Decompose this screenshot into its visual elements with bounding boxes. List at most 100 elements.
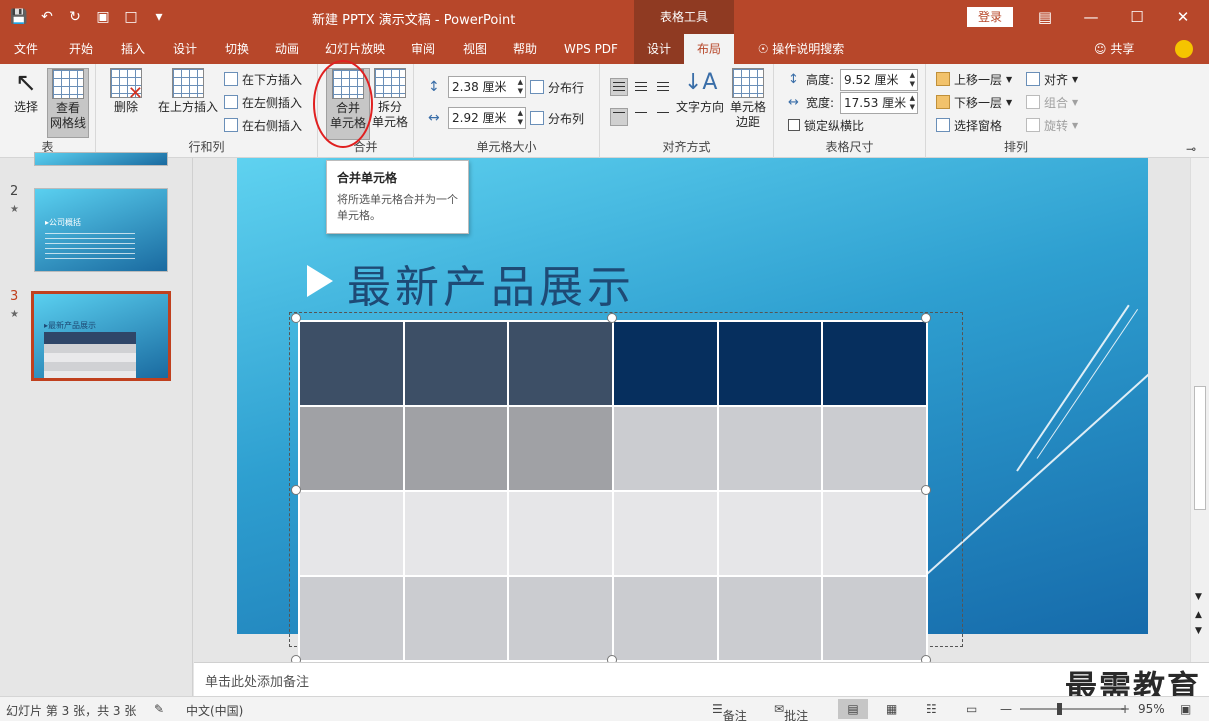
table-cell[interactable] (507, 320, 614, 407)
resize-handle[interactable] (921, 485, 931, 495)
scrollbar-thumb[interactable] (1194, 386, 1206, 510)
resize-handle[interactable] (607, 313, 617, 323)
ribbon-display-icon[interactable]: ▤ (1022, 0, 1068, 34)
save-icon[interactable]: 💾 (8, 6, 30, 28)
login-button[interactable]: 登录 (967, 7, 1013, 27)
table-cell[interactable] (611, 575, 719, 662)
slide-title[interactable]: 最新产品展示 (347, 251, 635, 315)
tab-table-design[interactable]: 设计 (634, 34, 684, 64)
align-center-icon[interactable] (632, 78, 650, 96)
minimize-button[interactable]: — (1068, 0, 1114, 34)
table-container[interactable] (298, 320, 928, 662)
vertical-scrollbar[interactable]: ▼ ▲ ▼ (1190, 158, 1209, 662)
notes-pane[interactable]: 单击此处添加备注 (194, 662, 1209, 696)
distribute-rows-button[interactable]: 分布行 (530, 77, 584, 97)
pin-ribbon-icon[interactable]: ⊸ (1186, 142, 1196, 156)
slide-table[interactable] (298, 320, 928, 662)
notes-toggle[interactable]: ☰ 备注 (712, 702, 747, 721)
previous-slide-icon[interactable]: ▲ (1195, 610, 1202, 620)
table-cell[interactable] (611, 405, 719, 492)
table-cell[interactable] (402, 405, 510, 492)
tab-animations[interactable]: 动画 (264, 34, 310, 64)
share-button[interactable]: ☺ 共享 (1094, 34, 1134, 64)
feedback-smiley-icon[interactable] (1175, 40, 1193, 58)
split-cells-button[interactable]: 拆分 单元格 (370, 68, 410, 130)
redo-icon[interactable]: ↻ (64, 6, 86, 28)
next-slide-icon[interactable]: ▼ (1195, 626, 1202, 636)
tab-design[interactable]: 设计 (162, 34, 208, 64)
table-cell[interactable] (298, 490, 405, 577)
tab-review[interactable]: 审阅 (400, 34, 446, 64)
maximize-button[interactable]: ☐ (1114, 0, 1160, 34)
select-button[interactable]: ↖ 选择 (6, 68, 46, 115)
undo-icon[interactable]: ↶ (36, 6, 58, 28)
table-height-input[interactable]: 9.52 厘米 ▲ ▼ (840, 69, 918, 91)
cell-margins-button[interactable]: 单元格 边距 (726, 68, 770, 130)
table-cell[interactable] (611, 320, 719, 407)
tab-wps-pdf[interactable]: WPS PDF (554, 34, 628, 64)
resize-handle[interactable] (921, 655, 931, 662)
zoom-slider[interactable] (1020, 708, 1124, 710)
resize-handle[interactable] (291, 485, 301, 495)
insert-left-button[interactable]: 在左侧插入 (224, 92, 302, 112)
cell-height-input[interactable]: 2.38 厘米 ▲ ▼ (448, 76, 526, 98)
table-cell[interactable] (507, 575, 614, 662)
comments-toggle[interactable]: ✉ 批注 (774, 702, 808, 721)
table-cell[interactable] (402, 490, 510, 577)
normal-view-icon[interactable]: ▤ (838, 699, 868, 719)
zoom-out-icon[interactable]: — (1000, 702, 1012, 716)
tab-layout[interactable]: 布局 (684, 34, 734, 64)
slide-thumbnail-3[interactable]: ▸最新产品展示 (31, 291, 171, 381)
table-cell[interactable] (507, 405, 614, 492)
table-cell[interactable] (507, 490, 614, 577)
tab-help[interactable]: 帮助 (502, 34, 548, 64)
resize-handle[interactable] (291, 313, 301, 323)
slideshow-view-icon[interactable]: ▭ (966, 702, 977, 716)
fit-slide-icon[interactable]: ▣ (1180, 702, 1191, 716)
language-status[interactable]: 中文(中国) (186, 702, 243, 719)
align-top-icon[interactable] (610, 108, 628, 126)
table-cell[interactable] (298, 405, 405, 492)
align-left-icon[interactable] (610, 78, 628, 96)
table-cell[interactable] (821, 405, 928, 492)
tell-me-search[interactable]: ☉ 操作说明搜索 (746, 34, 856, 64)
table-width-input[interactable]: 17.53 厘米 ▲ ▼ (840, 92, 918, 114)
table-cell[interactable] (402, 320, 510, 407)
align-bottom-icon[interactable] (654, 108, 672, 126)
zoom-level[interactable]: 95% (1138, 702, 1165, 716)
tab-file[interactable]: 文件 (4, 34, 48, 64)
reading-view-icon[interactable]: ☷ (926, 702, 937, 716)
align-right-icon[interactable] (654, 78, 672, 96)
present-icon[interactable]: ▣ (92, 6, 114, 28)
new-file-icon[interactable]: □ (120, 6, 142, 28)
text-direction-button[interactable]: ↓A 文字方向 (674, 68, 726, 115)
table-cell[interactable] (821, 575, 928, 662)
close-button[interactable]: ✕ (1160, 0, 1206, 34)
zoom-in-icon[interactable]: + (1120, 702, 1130, 716)
tab-insert[interactable]: 插入 (110, 34, 156, 64)
insert-below-button[interactable]: 在下方插入 (224, 69, 302, 89)
tab-slideshow[interactable]: 幻灯片放映 (316, 34, 394, 64)
tab-transitions[interactable]: 切换 (214, 34, 260, 64)
slide-thumbnail-2[interactable]: ▸公司概括 (34, 188, 168, 272)
bring-forward-button[interactable]: 上移一层 ▼ (936, 69, 1012, 89)
resize-handle[interactable] (607, 655, 617, 662)
table-cell[interactable] (821, 320, 928, 407)
lock-aspect-checkbox[interactable]: 锁定纵横比 (788, 115, 864, 135)
selection-pane-button[interactable]: 选择窗格 (936, 115, 1002, 135)
cell-width-input[interactable]: 2.92 厘米 ▲ ▼ (448, 107, 526, 129)
insert-above-button[interactable]: 在上方插入 (156, 68, 220, 115)
rotate-button[interactable]: 旋转 ▼ (1026, 115, 1078, 135)
table-cell[interactable] (821, 490, 928, 577)
align-middle-icon[interactable] (632, 108, 650, 126)
table-cell[interactable] (716, 320, 824, 407)
table-cell[interactable] (298, 320, 405, 407)
distribute-cols-button[interactable]: 分布列 (530, 108, 584, 128)
resize-handle[interactable] (921, 313, 931, 323)
view-gridlines-button[interactable]: 查看 网格线 (47, 68, 89, 138)
table-cell[interactable] (716, 405, 824, 492)
tab-home[interactable]: 开始 (58, 34, 104, 64)
resize-handle[interactable] (291, 655, 301, 662)
table-cell[interactable] (611, 490, 719, 577)
align-button[interactable]: 对齐 ▼ (1026, 69, 1078, 89)
